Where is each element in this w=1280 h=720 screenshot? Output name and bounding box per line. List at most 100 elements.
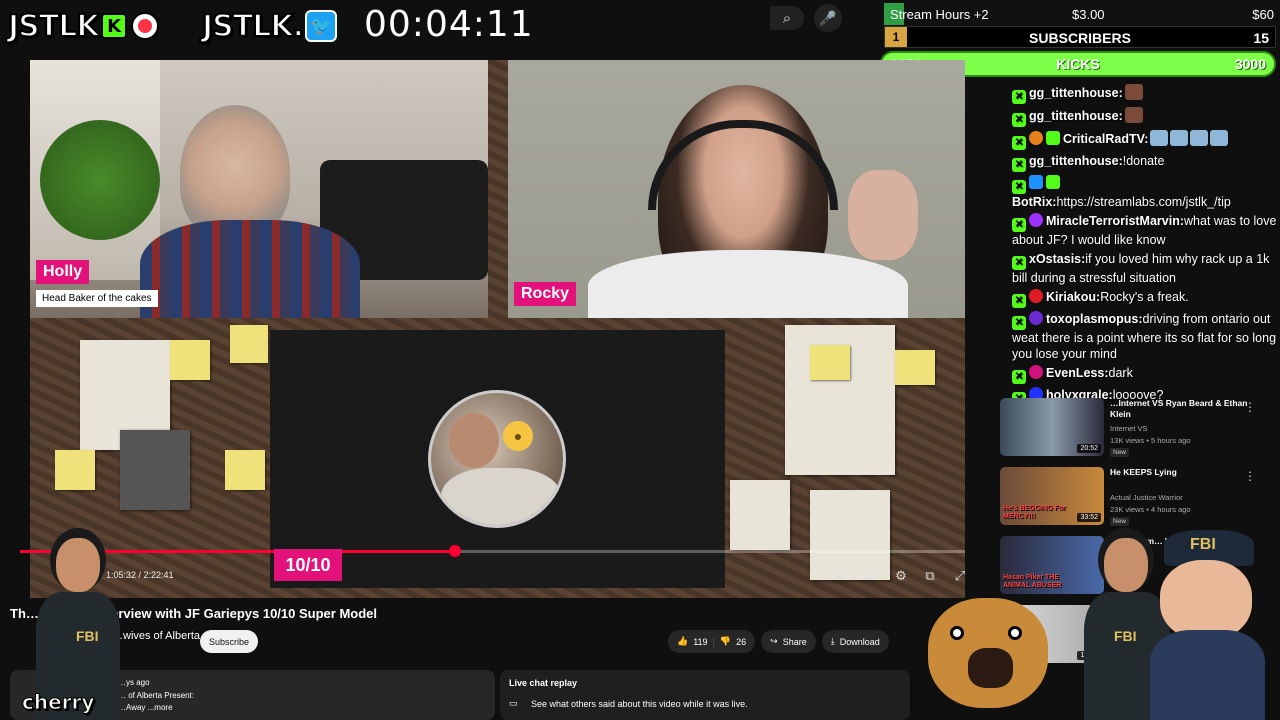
like-count: 119 — [693, 636, 708, 647]
moderator-badge-icon: ✕ — [1012, 256, 1026, 270]
moderator-badge-icon: ✕ — [1012, 90, 1026, 104]
user-badge-icon — [1029, 365, 1043, 379]
chat-bubble-icon: ▭ — [509, 698, 518, 708]
subscribers-target: 15 — [1253, 30, 1269, 46]
chat-message: ✕ CriticalRadTV: — [1012, 130, 1280, 150]
progress-scrubber-handle[interactable] — [448, 545, 461, 557]
holly-subtitle: Head Baker of the cakes — [36, 290, 158, 307]
man-face — [449, 413, 499, 468]
dog-cartoon — [908, 588, 1088, 720]
dog-eye — [950, 626, 964, 640]
new-badge: New — [1110, 448, 1130, 457]
dislike-count: 26 — [736, 636, 747, 647]
sticky-note — [810, 345, 850, 380]
recommended-video[interactable]: He's BEGGING For MERCY!!! 33:52 He KEEPS L… — [1000, 465, 1280, 531]
live-chat-title: Live chat replay — [509, 678, 578, 688]
top-overlay-bar: JSTLK K JSTLK. 🐦 00:04:11 ⌕ 🎤 — [0, 0, 880, 50]
moderator-badge-icon: ✕ — [1012, 158, 1026, 172]
rocky-webcam: Rocky — [508, 60, 965, 318]
new-badge: New — [1110, 517, 1130, 526]
subtitles-icon[interactable]: ▭ — [862, 568, 880, 584]
video-channel[interactable]: Actual Justice Warrior — [1110, 493, 1183, 502]
chat-emote-icon — [1190, 130, 1209, 146]
moderator-badge-icon: ✕ — [1012, 370, 1026, 384]
chat-emote-icon — [1124, 107, 1143, 123]
more-options-icon[interactable]: ⋮ — [1244, 469, 1256, 483]
dog-eye — [1008, 626, 1022, 640]
channel-name[interactable]: …wives of Alberta — [112, 630, 200, 642]
chat-username[interactable]: toxoplasmopus: — [1046, 312, 1143, 326]
pinned-photo — [120, 430, 190, 510]
video-thumbnail[interactable]: 20:52 — [1000, 398, 1104, 456]
recommended-video[interactable]: 20:52 …Internet VS Ryan Beard & Ethan Kle… — [1000, 396, 1280, 462]
jstlk-logo: JSTLK K — [7, 8, 159, 45]
like-dislike-button[interactable]: 👍 119 | 👎 26 — [668, 630, 756, 653]
chat-username[interactable]: gg_tittenhouse: — [1029, 154, 1123, 168]
cartoon-face — [56, 538, 100, 592]
chat-username[interactable]: EvenLess: — [1046, 366, 1109, 380]
video-duration: 33:52 — [1077, 513, 1101, 522]
logo2-text: JSTLK. — [201, 8, 305, 45]
logo-text: JSTLK — [7, 8, 101, 45]
video-title-link[interactable]: …Internet VS Ryan Beard & Ethan Klein — [1110, 398, 1250, 420]
settings-gear-icon[interactable]: ⚙ — [892, 568, 910, 584]
description-line-2: … of Alberta Present: — [118, 691, 195, 700]
rating-badge: 10/10 — [274, 549, 342, 581]
miniplayer-icon[interactable]: ⧉ — [921, 568, 939, 584]
subscribe-button[interactable]: Subscribe — [200, 630, 259, 653]
sticky-note — [55, 450, 95, 490]
fbi-text: FBI — [1114, 628, 1137, 644]
thumbnail-caption: He's BEGGING For MERCY!!! — [1003, 505, 1066, 520]
live-chat-replay-box[interactable]: Live chat replay ▭ See what others said … — [500, 670, 910, 720]
chat-message: ✕ gg_tittenhouse: — [1012, 84, 1280, 104]
moderator-badge-icon: ✕ — [1012, 294, 1026, 308]
video-thumbnail[interactable]: He's BEGGING For MERCY!!! 33:52 — [1000, 467, 1104, 525]
chat-message: ✕ EvenLess:dark — [1012, 365, 1280, 384]
mic-icon[interactable]: 🎤 — [814, 4, 842, 32]
moderator-badge-icon: ✕ — [1012, 180, 1026, 194]
video-player[interactable]: Holly Head Baker of the cakes Rocky ● — [30, 60, 965, 598]
user-badge-icon — [1029, 131, 1043, 145]
moderator-badge-icon: ✕ — [1012, 113, 1026, 127]
bot-badge-icon — [1046, 175, 1060, 189]
chat-username[interactable]: BotRix: — [1012, 195, 1056, 209]
rocky-name-tag: Rocky — [514, 282, 577, 306]
user-badge-icon — [1029, 175, 1043, 189]
stream-hours-current: $3.00 — [1072, 7, 1105, 22]
description-more-link[interactable]: …Away ...more — [118, 703, 173, 712]
fullscreen-icon[interactable]: ⤢ — [951, 568, 969, 584]
chat-username[interactable]: MiracleTerroristMarvin: — [1046, 214, 1184, 228]
chat-emote-icon — [1170, 130, 1189, 146]
video-channel[interactable]: Internet VS — [1110, 424, 1148, 433]
chat-message: ✕ gg_tittenhouse:!donate — [1012, 153, 1280, 172]
kick-icon: K — [100, 13, 127, 39]
search-icon[interactable]: ⌕ — [770, 6, 804, 30]
stream-hours-goal: Stream Hours +2 $3.00 $60 — [884, 3, 1276, 25]
share-button[interactable]: ↪ Share — [761, 630, 816, 653]
thumbs-up-icon[interactable]: 👍 — [677, 636, 688, 647]
thumbs-down-icon[interactable]: 👎 — [720, 636, 731, 647]
download-icon: ⤓ — [830, 636, 835, 646]
video-title-link[interactable]: He KEEPS Lying — [1110, 467, 1250, 478]
suit — [1150, 630, 1265, 720]
download-button[interactable]: ⤓ Download — [821, 630, 889, 653]
chat-username[interactable]: xOstasis: — [1029, 252, 1085, 266]
woozy-face-emoji-icon: ● — [503, 421, 533, 451]
live-chat-description: See what others said about this video wh… — [531, 699, 748, 709]
cartoon-face — [1104, 538, 1148, 592]
stream-screen: JSTLK K JSTLK. 🐦 00:04:11 ⌕ 🎤 Stream Hou… — [0, 0, 1280, 720]
couple-clothes — [441, 468, 561, 525]
subscribers-goal: 1 SUBSCRIBERS 15 — [884, 26, 1276, 48]
chat-username[interactable]: CriticalRadTV: — [1063, 132, 1148, 146]
chat-username[interactable]: gg_tittenhouse: — [1029, 86, 1123, 100]
more-options-icon[interactable]: ⋮ — [1244, 400, 1256, 414]
sticky-note — [225, 450, 265, 490]
twitter-bird-icon: 🐦 — [305, 10, 337, 42]
sticky-note — [895, 350, 935, 385]
autoplay-toggle-icon[interactable]: ◐ — [832, 568, 850, 583]
user-badge-icon — [1029, 311, 1043, 325]
video-progress-bar[interactable] — [20, 545, 965, 557]
chat-username[interactable]: gg_tittenhouse: — [1029, 109, 1123, 123]
chat-username[interactable]: Kiriakou: — [1046, 290, 1100, 304]
sticky-note — [170, 340, 210, 380]
